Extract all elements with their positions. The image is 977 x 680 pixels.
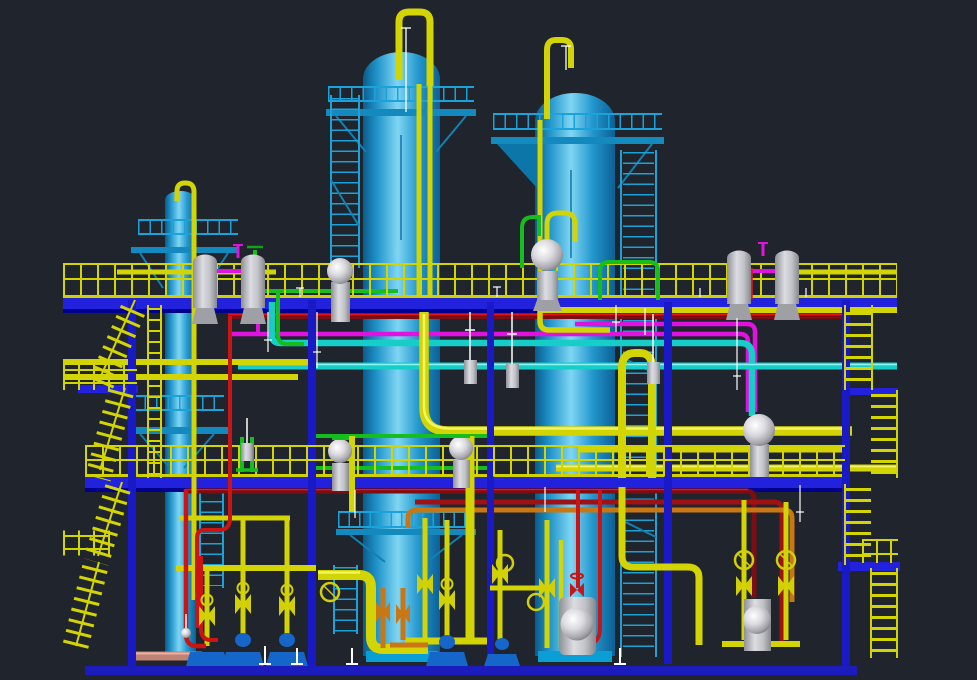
vessel-deck1-1-skirt [192, 308, 218, 324]
pump-base-502 [484, 654, 520, 666]
plant-model-render [0, 0, 977, 680]
sphere-hanger-2-pedestal [453, 460, 470, 488]
deck1-toeplate [63, 295, 897, 298]
vessel-deck1-3-skirt [726, 304, 752, 320]
pump-volute-502 [495, 638, 509, 650]
actuator-body-247 [241, 443, 253, 461]
vessel-deck1-4-skirt [774, 304, 800, 320]
actuator-body-653 [647, 362, 660, 384]
vessel-deck1-4-top [775, 251, 799, 266]
sphere-mid-right [743, 414, 775, 446]
steel-column-4 [664, 302, 672, 664]
tower-a-dome [165, 191, 196, 209]
pump-base-207 [186, 652, 228, 666]
pump-volute-447 [439, 635, 455, 649]
sphere-unit-c-skirt [533, 300, 562, 311]
vessel-deck1-2-skirt [240, 308, 266, 324]
platform-b2-deck [336, 529, 476, 535]
pump-base-243 [222, 652, 264, 666]
vessel-deck1-2-top [241, 255, 265, 270]
sphere-unit-b [327, 258, 353, 284]
platform-b1-deck [326, 109, 476, 116]
sphere-mid-right-pedestal [750, 444, 769, 477]
pump-base-447 [426, 652, 468, 666]
actuator-body-470 [464, 360, 477, 384]
steel-column-2 [308, 300, 316, 666]
exchanger-c-head [561, 608, 594, 641]
grade-beam [85, 666, 857, 675]
vessel-deck1-1-top [193, 255, 217, 270]
sphere-unit-c-pedestal [537, 271, 558, 301]
exchanger-right-head [743, 606, 771, 634]
landing-right [843, 388, 898, 395]
cad-3d-viewport[interactable] [0, 0, 977, 680]
sphere-hanger-1 [328, 439, 352, 463]
sphere-hanger-1-pedestal [332, 463, 349, 491]
steel-column-1 [128, 300, 136, 666]
platform-c1-deck [491, 137, 664, 144]
pump-volute-287 [279, 633, 295, 647]
platform-a1-deck [131, 247, 237, 253]
vessel-deck1-3-top [727, 251, 751, 266]
sphere-unit-b-stand [331, 282, 350, 322]
pump-volute-243 [235, 633, 251, 647]
platform-a2-deck [128, 427, 228, 434]
sphere-hanger-2 [449, 436, 473, 460]
actuator-body-512 [506, 364, 519, 388]
valve-body-tower-a [181, 628, 191, 638]
sphere-unit-c [531, 239, 563, 271]
steel-column-3 [487, 302, 494, 664]
